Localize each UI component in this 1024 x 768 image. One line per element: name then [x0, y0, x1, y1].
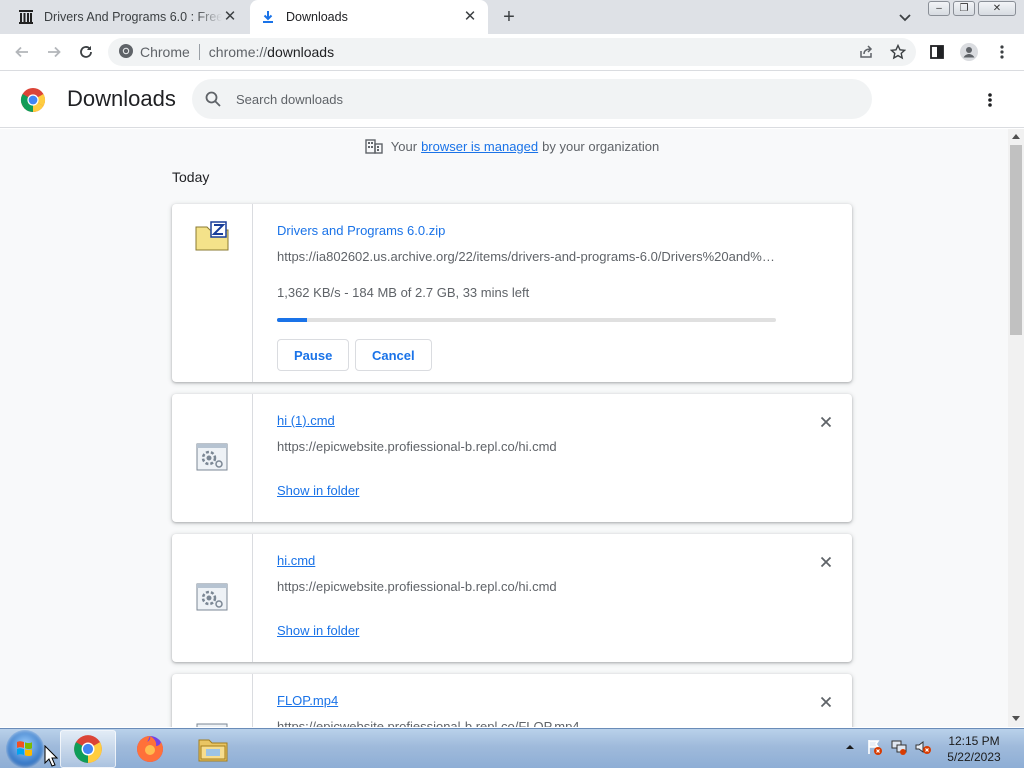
forward-icon[interactable]: [44, 42, 64, 62]
downloads-list: Your browser is managed by your organiza…: [0, 129, 1008, 727]
download-icon: [260, 9, 276, 25]
firefox-icon[interactable]: [122, 730, 178, 768]
file-icon-column: [172, 534, 253, 662]
date-section-label: Today: [172, 169, 210, 185]
tab-title: Drivers And Programs 6.0 : Free Download: [44, 10, 222, 24]
zip-file-icon: [195, 221, 229, 382]
managed-link[interactable]: browser is managed: [421, 139, 538, 154]
file-url: https://epicwebsite.profiessional-b.repl…: [277, 579, 557, 594]
cmd-file-icon: [196, 443, 228, 522]
share-icon[interactable]: [857, 43, 875, 61]
minimize-button[interactable]: –: [928, 1, 950, 16]
remove-item-icon[interactable]: [816, 552, 836, 572]
file-explorer-icon[interactable]: [185, 730, 241, 768]
file-icon-column: [172, 674, 253, 727]
progress-fill: [277, 318, 307, 322]
vertical-scrollbar[interactable]: [1008, 129, 1024, 727]
downloads-menu-icon[interactable]: [980, 90, 1000, 110]
building-icon: [365, 137, 383, 155]
reload-icon[interactable]: [76, 42, 96, 62]
windows-taskbar: 12:15 PM 5/22/2023: [0, 728, 1024, 768]
show-in-folder-link[interactable]: Show in folder: [277, 623, 359, 638]
download-item: hi.cmd https://epicwebsite.profiessional…: [172, 534, 852, 662]
cancel-button[interactable]: Cancel: [355, 339, 432, 371]
remove-item-icon[interactable]: [816, 692, 836, 712]
divider: [198, 44, 200, 60]
scroll-down-icon[interactable]: [1012, 716, 1020, 721]
file-url: https://epicwebsite.profiessional-b.repl…: [277, 719, 580, 727]
download-item: FLOP.mp4 https://epicwebsite.profiession…: [172, 674, 852, 727]
new-tab-button[interactable]: +: [498, 6, 520, 28]
address-bar[interactable]: Chrome chrome://downloads: [108, 38, 916, 66]
side-panel-icon[interactable]: [928, 43, 946, 61]
action-center-flag-icon[interactable]: [866, 737, 884, 757]
mouse-cursor-icon: [44, 744, 59, 768]
chrome-logo-icon: [20, 87, 46, 113]
remove-item-icon[interactable]: [816, 412, 836, 432]
file-name-link[interactable]: hi (1).cmd: [277, 413, 335, 428]
archive-icon: [18, 9, 34, 25]
tab-strip: Drivers And Programs 6.0 : Free Download…: [0, 0, 1024, 34]
managed-suffix: by your organization: [542, 138, 660, 154]
managed-prefix: Your: [390, 138, 418, 154]
back-icon[interactable]: [12, 42, 32, 62]
chrome-site-icon: [118, 43, 134, 62]
url-text: chrome://downloads: [208, 44, 335, 60]
file-name-link[interactable]: Drivers and Programs 6.0.zip: [277, 223, 445, 238]
search-icon: [204, 90, 222, 108]
scroll-up-icon[interactable]: [1012, 134, 1020, 139]
file-icon-column: [172, 204, 253, 382]
close-window-button[interactable]: ✕: [978, 1, 1016, 16]
pause-button[interactable]: Pause: [277, 339, 350, 371]
download-item: hi (1).cmd https://epicwebsite.profiessi…: [172, 394, 852, 522]
clock-time: 12:15 PM: [948, 734, 1000, 748]
chrome-icon[interactable]: [60, 730, 116, 768]
restore-button[interactable]: ❐: [953, 1, 975, 16]
download-status: 1,362 KB/s - 184 MB of 2.7 GB, 33 mins l…: [277, 285, 530, 300]
tab-archive[interactable]: Drivers And Programs 6.0 : Free Download…: [8, 0, 248, 34]
file-icon-column: [172, 394, 253, 522]
start-button[interactable]: [6, 730, 44, 768]
search-downloads-box[interactable]: [192, 79, 872, 119]
scroll-thumb[interactable]: [1010, 145, 1022, 335]
close-tab-icon[interactable]: ✕: [462, 9, 478, 25]
profile-avatar-icon[interactable]: [960, 43, 978, 61]
bookmark-star-icon[interactable]: [889, 43, 907, 61]
close-tab-icon[interactable]: ✕: [222, 9, 238, 25]
system-clock[interactable]: 12:15 PM 5/22/2023: [940, 733, 1008, 765]
clock-date: 5/22/2023: [947, 750, 1001, 764]
browser-toolbar: Chrome chrome://downloads: [0, 34, 1024, 71]
site-label: Chrome: [140, 44, 190, 60]
tab-downloads[interactable]: Downloads ✕: [250, 0, 488, 34]
download-item: Drivers and Programs 6.0.zip https://ia8…: [172, 204, 852, 382]
file-url: https://ia802602.us.archive.org/22/items…: [277, 249, 782, 264]
managed-notice: Your browser is managed by your organiza…: [0, 137, 1008, 155]
file-url: https://epicwebsite.profiessional-b.repl…: [277, 439, 557, 454]
show-hidden-icons-icon[interactable]: [845, 737, 855, 757]
downloads-header: Downloads: [0, 72, 1024, 128]
file-name-link[interactable]: hi.cmd: [277, 553, 315, 568]
video-file-icon: [196, 723, 228, 727]
tab-title: Downloads: [286, 10, 348, 24]
cmd-file-icon: [196, 583, 228, 662]
tab-search-icon[interactable]: [897, 9, 913, 25]
page-title: Downloads: [67, 86, 176, 111]
download-progress-bar: [277, 318, 776, 322]
chrome-menu-icon[interactable]: [993, 43, 1011, 61]
search-input[interactable]: [236, 89, 836, 109]
show-in-folder-link[interactable]: Show in folder: [277, 483, 359, 498]
volume-muted-icon[interactable]: [914, 737, 932, 757]
file-name-link[interactable]: FLOP.mp4: [277, 693, 338, 708]
network-icon[interactable]: [890, 737, 908, 757]
